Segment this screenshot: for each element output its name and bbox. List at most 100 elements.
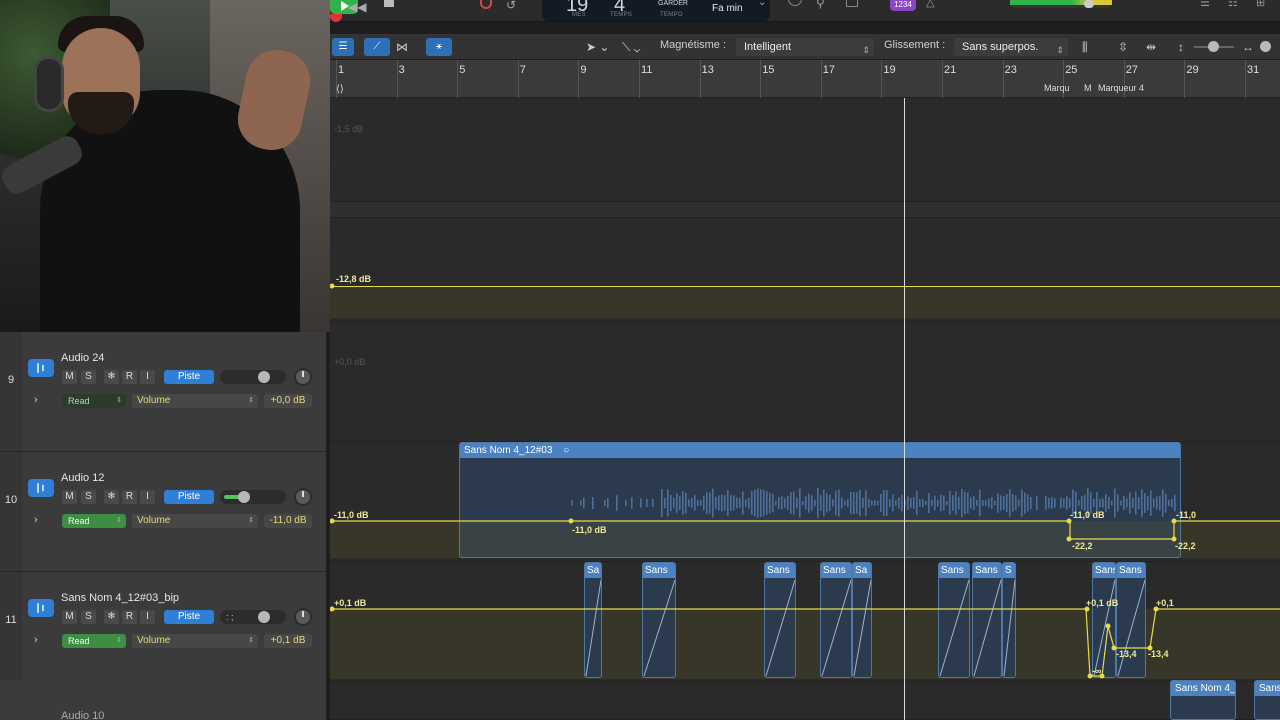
track-automation-button[interactable]: Piste xyxy=(164,370,214,384)
lcd-dropdown-icon[interactable]: ⌄ xyxy=(758,0,766,8)
automation-param-select[interactable]: Volume ⇕ xyxy=(132,514,258,528)
audio-region[interactable]: Sans Nom 4_ xyxy=(1170,680,1236,720)
marker-short[interactable]: M xyxy=(1084,83,1092,93)
automation-line[interactable] xyxy=(330,286,1280,287)
automation-value-field[interactable]: -11,0 dB xyxy=(264,514,312,528)
pointer-tool-icon[interactable]: ➤ ⌄ xyxy=(586,38,609,56)
lcd-display[interactable]: 19 4 MES TEMPS GARDER TEMPO Fa min xyxy=(542,0,770,21)
tuner-icon[interactable] xyxy=(788,0,802,6)
input-monitor-button[interactable]: I xyxy=(140,610,155,624)
playhead[interactable] xyxy=(904,98,905,720)
track-header-11[interactable]: 11 Sans Nom 4_12#03_bip M S ❄ R I Piste … xyxy=(0,572,326,692)
vertical-zoom-slider[interactable] xyxy=(1194,41,1234,52)
freeze-button[interactable]: ❄ xyxy=(104,610,119,624)
cycle-range-icon[interactable]: ⟨⟩ xyxy=(336,84,344,95)
record-enable-button[interactable]: R xyxy=(122,490,137,504)
disclosure-chevron-icon[interactable]: › xyxy=(34,394,38,406)
drag-select[interactable]: Sans superpos. ⇕ xyxy=(954,38,1068,56)
track-automation-button[interactable]: Piste xyxy=(164,490,214,504)
logic-pro-window: ◀◀ ↺ 19 4 MES TEMPS GARDER TEMPO Fa min … xyxy=(0,0,1280,720)
volume-fader[interactable] xyxy=(220,370,286,384)
browser-icon[interactable]: ⚏ xyxy=(1228,0,1238,9)
track-name[interactable]: Sans Nom 4_12#03_bip xyxy=(61,592,179,604)
track-automation-button[interactable]: Piste xyxy=(164,610,214,624)
automation-value-label: -11,0 dB xyxy=(1070,510,1105,520)
input-monitor-button[interactable]: I xyxy=(140,490,155,504)
track-name[interactable]: Audio 10 xyxy=(61,710,104,720)
audio-region[interactable]: Sans xyxy=(1254,680,1280,720)
arrange-area[interactable]: -1,5 dB -12,8 dB +0,0 dB Sans Nom 4_12#0… xyxy=(330,98,1280,720)
bip-clip-region[interactable]: Sans xyxy=(642,562,676,678)
pan-knob[interactable] xyxy=(294,608,312,626)
note-pad-icon[interactable] xyxy=(846,0,858,7)
loops-icon[interactable]: ⊞ xyxy=(1256,0,1265,9)
rewind-icon[interactable]: ◀◀ xyxy=(348,0,366,14)
bip-clip-region[interactable]: Sans xyxy=(1116,562,1146,678)
mute-button[interactable]: M xyxy=(62,370,77,384)
track-header-10[interactable]: 10 Audio 12 M S ❄ R I Piste › Read ⇕ Volu… xyxy=(0,452,326,572)
track-header-next[interactable]: Audio 10 xyxy=(0,680,326,720)
horizontal-zoom-knob[interactable] xyxy=(1260,41,1271,52)
master-volume-slider[interactable] xyxy=(1010,0,1112,8)
volume-fader[interactable]: : ; xyxy=(220,610,286,624)
bip-clip-region[interactable]: Sans xyxy=(972,562,1002,678)
stop-icon[interactable] xyxy=(384,0,394,7)
pencil-tool-icon[interactable]: ⟍ ⌄ xyxy=(622,38,640,56)
record-button[interactable] xyxy=(330,14,342,22)
marker-4[interactable]: Marqueur 4 xyxy=(1098,83,1144,93)
cycle-icon[interactable]: ↺ xyxy=(506,0,516,12)
pan-knob[interactable] xyxy=(294,368,312,386)
horizontal-zoom-icon[interactable]: ↔ xyxy=(1242,38,1254,56)
replace-icon[interactable] xyxy=(480,0,492,9)
record-enable-button[interactable]: R xyxy=(122,610,137,624)
ruler-bar-number: 21 xyxy=(944,64,957,76)
solo-button[interactable]: S xyxy=(81,370,96,384)
disclosure-chevron-icon[interactable]: › xyxy=(34,514,38,526)
bip-clip-region[interactable]: Sans xyxy=(938,562,970,678)
automation-toggle-icon[interactable]: ⟋ xyxy=(364,38,390,56)
snap-select[interactable]: Intelligent ⇕ xyxy=(736,38,874,56)
waveform-zoom-icon[interactable]: ⫼ xyxy=(1082,38,1088,56)
pan-knob[interactable] xyxy=(294,488,312,506)
record-enable-button[interactable]: R xyxy=(122,370,137,384)
volume-fader[interactable] xyxy=(220,490,286,504)
bip-clip-region[interactable]: Sa xyxy=(852,562,872,678)
bip-clip-region[interactable]: Sans xyxy=(764,562,796,678)
bip-clip-region[interactable]: S xyxy=(1002,562,1016,678)
bip-clip-region[interactable]: Sans xyxy=(1092,562,1116,678)
automation-mode-select[interactable]: Read ⇕ xyxy=(62,634,126,648)
automation-param-select[interactable]: Volume ⇕ xyxy=(132,394,258,408)
mute-button[interactable]: M xyxy=(62,610,77,624)
catch-icon[interactable]: ⚹ xyxy=(426,38,452,56)
freeze-button[interactable]: ❄ xyxy=(104,490,119,504)
solo-button[interactable]: S xyxy=(81,490,96,504)
flex-icon[interactable]: ⋈ xyxy=(396,38,408,56)
automation-value-field[interactable]: +0,1 dB xyxy=(264,634,312,648)
track-name[interactable]: Audio 12 xyxy=(61,472,104,484)
bip-clip-region[interactable]: Sa xyxy=(584,562,602,678)
track-name[interactable]: Audio 24 xyxy=(61,352,104,364)
track-header-9[interactable]: 9 Audio 24 M S ❄ R I Piste › Read ⇕ Volum… xyxy=(0,332,326,452)
snap-value: Intelligent xyxy=(744,41,792,53)
automation-mode-value: Read xyxy=(68,516,90,526)
list-editor-icon[interactable]: ☰ xyxy=(1200,0,1210,9)
automation-mode-select[interactable]: Read ⇕ xyxy=(62,514,126,528)
horizontal-fit-icon[interactable]: ⇹ xyxy=(1146,38,1156,56)
bip-clip-region[interactable]: Sans xyxy=(820,562,852,678)
automation-value-field[interactable]: +0,0 dB xyxy=(264,394,312,408)
mute-button[interactable]: M xyxy=(62,490,77,504)
vertical-fit-icon[interactable]: ⇳ xyxy=(1118,38,1128,56)
solo-button[interactable]: S xyxy=(81,610,96,624)
track-header-toggle-icon[interactable]: ☰ xyxy=(332,38,354,56)
marker-3[interactable]: Marqu xyxy=(1044,83,1070,93)
metronome-icon[interactable]: △ xyxy=(926,0,934,9)
search-icon[interactable]: ⚲ xyxy=(816,0,825,10)
input-monitor-button[interactable]: I xyxy=(140,370,155,384)
timeline-ruler[interactable]: ⟨⟩ 1 3 5 7 9 11 13 15 17 19 21 23 25 27 29 31 Marqu M M… xyxy=(330,60,1280,98)
disclosure-chevron-icon[interactable]: › xyxy=(34,634,38,646)
count-in-badge[interactable]: 1234 xyxy=(890,0,916,11)
vertical-zoom-icon[interactable]: ↕ xyxy=(1178,38,1184,56)
freeze-button[interactable]: ❄ xyxy=(104,370,119,384)
automation-param-select[interactable]: Volume ⇕ xyxy=(132,634,258,648)
automation-mode-select[interactable]: Read ⇕ xyxy=(62,394,126,408)
